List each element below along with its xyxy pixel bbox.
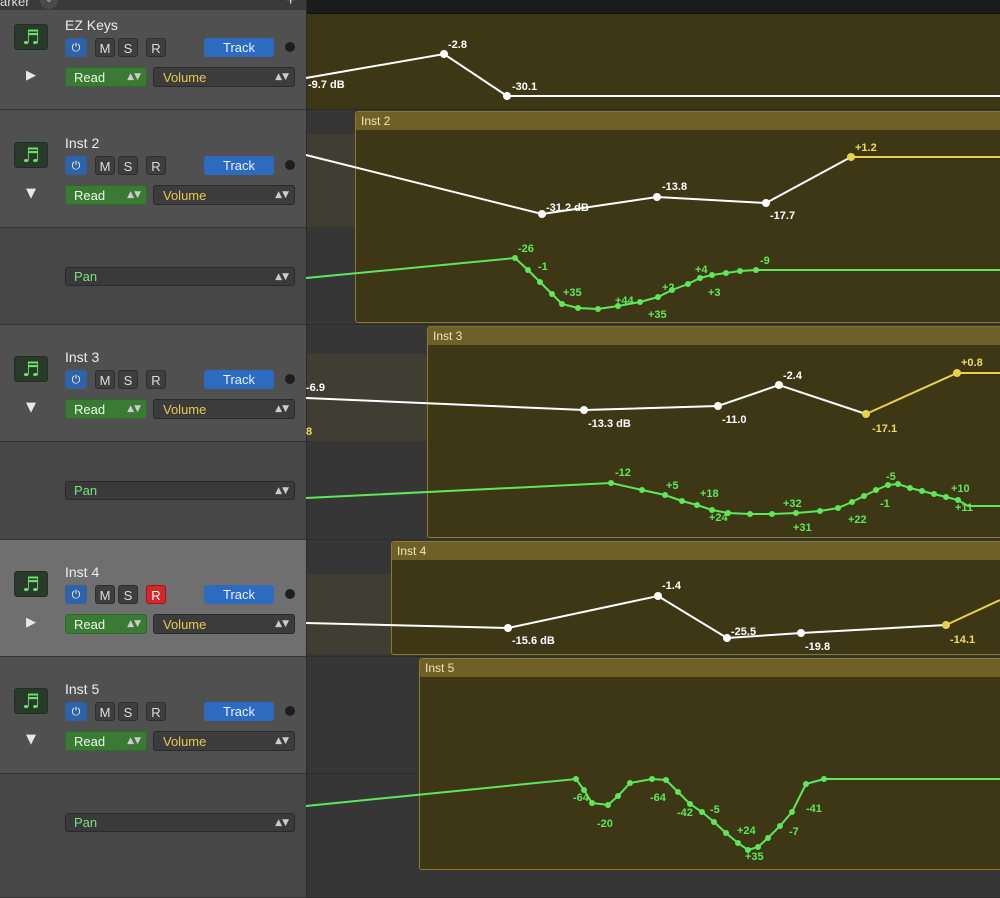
track-name[interactable]: EZ Keys: [65, 17, 118, 33]
track-name[interactable]: Inst 5: [65, 681, 99, 697]
automation-param-select[interactable]: Volume ▲▼: [153, 67, 295, 87]
track-button[interactable]: Track: [204, 156, 274, 175]
region-inst5[interactable]: Inst 5: [419, 658, 1000, 870]
music-note-icon: ♬: [22, 143, 40, 167]
record-button[interactable]: R: [146, 702, 166, 721]
header-bar: arker ⌄ +: [0, 0, 306, 10]
track-header-inst2[interactable]: ♬ Inst 2 ⏻ M S R Track ▼ Read ▲▼ Volume ▲▼: [0, 110, 306, 228]
automation-param-select[interactable]: Volume ▲▼: [153, 731, 295, 751]
disclosure-down-icon[interactable]: ▼: [26, 400, 36, 415]
music-note-icon: ♬: [22, 572, 40, 596]
automation-mode-select[interactable]: Read ▲▼: [65, 185, 147, 205]
ezkeys-lane: [307, 14, 1000, 110]
instrument-icon: ♬: [14, 142, 48, 168]
track-header-ezkeys[interactable]: ♬ EZ Keys ⏻ M S R Track ▶ Read ▲▼ Volume ▲…: [0, 10, 306, 110]
chevron-down-icon[interactable]: ⌄: [40, 0, 58, 9]
record-button[interactable]: R: [146, 370, 166, 389]
track-name[interactable]: Inst 3: [65, 349, 99, 365]
automation-param-select[interactable]: Volume ▲▼: [153, 185, 295, 205]
power-icon[interactable]: ⏻: [65, 702, 87, 721]
solo-button[interactable]: S: [118, 585, 138, 604]
region-title: Inst 2: [356, 112, 1000, 130]
region-inst2[interactable]: Inst 2: [355, 111, 1000, 323]
lane-param-select[interactable]: Pan ▲▼: [65, 267, 295, 286]
track-header-inst4[interactable]: ♬ Inst 4 ⏻ M S R Track ▶ Read ▲▼ Volume ▲▼: [0, 540, 306, 657]
disclosure-right-icon[interactable]: ▶: [26, 615, 36, 630]
track-name[interactable]: Inst 2: [65, 135, 99, 151]
marker-label: arker: [0, 0, 30, 9]
region-fade: [307, 574, 391, 654]
input-monitor-dot[interactable]: [285, 706, 295, 716]
input-monitor-dot[interactable]: [285, 589, 295, 599]
track-button[interactable]: Track: [204, 370, 274, 389]
track-name[interactable]: Inst 4: [65, 564, 99, 580]
input-monitor-dot[interactable]: [285, 42, 295, 52]
region-title: Inst 5: [420, 659, 1000, 677]
region-inst4[interactable]: Inst 4: [391, 541, 1000, 655]
automation-mode-select[interactable]: Read ▲▼: [65, 614, 147, 634]
mute-button[interactable]: M: [95, 370, 115, 389]
track-header-inst5[interactable]: ♬ Inst 5 ⏻ M S R Track ▼ Read ▲▼ Volume ▲▼: [0, 657, 306, 774]
automation-mode-select[interactable]: Read ▲▼: [65, 399, 147, 419]
record-button[interactable]: R: [146, 585, 166, 604]
music-note-icon: ♬: [22, 25, 40, 49]
disclosure-down-icon[interactable]: ▼: [26, 186, 36, 201]
instrument-icon: ♬: [14, 571, 48, 597]
mute-button[interactable]: M: [95, 38, 115, 57]
power-icon[interactable]: ⏻: [65, 38, 87, 57]
lane-param-select[interactable]: Pan ▲▼: [65, 813, 295, 832]
add-track-button[interactable]: +: [286, 0, 295, 10]
record-button[interactable]: R: [146, 38, 166, 57]
region-fade: [307, 134, 355, 228]
logic-window: { "header": {"marker_label": "arker", "a…: [0, 0, 1000, 898]
music-note-icon: ♬: [22, 689, 40, 713]
instrument-icon: ♬: [14, 688, 48, 714]
instrument-icon: ♬: [14, 356, 48, 382]
automation-mode-select[interactable]: Read ▲▼: [65, 731, 147, 751]
power-icon[interactable]: ⏻: [65, 585, 87, 604]
mute-button[interactable]: M: [95, 702, 115, 721]
track-headers: arker ⌄ + ♬ EZ Keys ⏻ M S R Track ▶ Read…: [0, 0, 306, 898]
region-fade: [307, 354, 427, 442]
automation-lane-header-inst5[interactable]: Pan ▲▼: [0, 774, 306, 898]
automation-lane-header-inst2[interactable]: Pan ▲▼: [0, 228, 306, 325]
automation-param-select[interactable]: Volume ▲▼: [153, 399, 295, 419]
disclosure-right-icon[interactable]: ▶: [26, 68, 36, 83]
solo-button[interactable]: S: [118, 370, 138, 389]
automation-mode-select[interactable]: Read ▲▼: [65, 67, 147, 87]
automation-param-select[interactable]: Volume ▲▼: [153, 614, 295, 634]
track-button[interactable]: Track: [204, 702, 274, 721]
region-title: Inst 3: [428, 327, 1000, 345]
disclosure-down-icon[interactable]: ▼: [26, 732, 36, 747]
solo-button[interactable]: S: [118, 702, 138, 721]
record-button[interactable]: R: [146, 156, 166, 175]
input-monitor-dot[interactable]: [285, 374, 295, 384]
power-icon[interactable]: ⏻: [65, 370, 87, 389]
region-inst3[interactable]: Inst 3: [427, 326, 1000, 538]
lane-param-select[interactable]: Pan ▲▼: [65, 481, 295, 500]
mute-button[interactable]: M: [95, 585, 115, 604]
ruler[interactable]: [307, 0, 1000, 14]
track-button[interactable]: Track: [204, 585, 274, 604]
track-header-inst3[interactable]: ♬ Inst 3 ⏻ M S R Track ▼ Read ▲▼ Volume ▲▼: [0, 325, 306, 442]
solo-button[interactable]: S: [118, 38, 138, 57]
region-title: Inst 4: [392, 542, 1000, 560]
mute-button[interactable]: M: [95, 156, 115, 175]
power-icon[interactable]: ⏻: [65, 156, 87, 175]
track-button[interactable]: Track: [204, 38, 274, 57]
solo-button[interactable]: S: [118, 156, 138, 175]
music-note-icon: ♬: [22, 357, 40, 381]
input-monitor-dot[interactable]: [285, 160, 295, 170]
instrument-icon: ♬: [14, 24, 48, 50]
automation-lane-header-inst3[interactable]: Pan ▲▼: [0, 442, 306, 540]
